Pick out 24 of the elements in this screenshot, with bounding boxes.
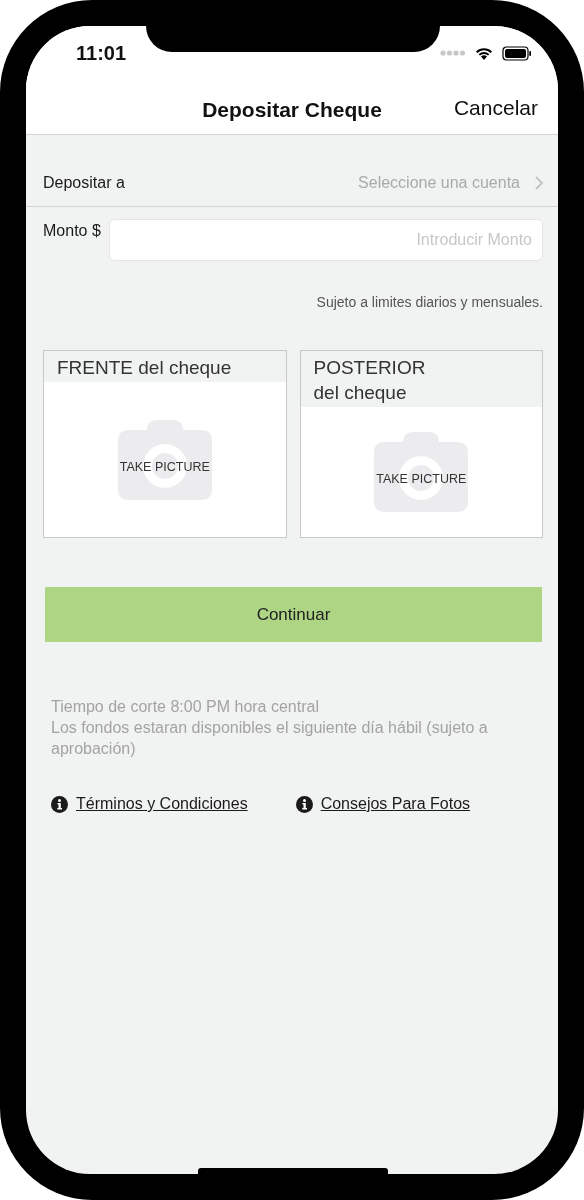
screen-title: Depositar Cheque	[202, 98, 382, 122]
card-title: FRENTE del cheque	[44, 351, 286, 382]
status-time: 11:01	[76, 41, 127, 65]
amount-field[interactable]: Introducir Monto	[108, 219, 543, 261]
photo-card[interactable]: POSTERIOR del cheque TAKE PICTURE	[299, 350, 543, 538]
info-link[interactable]: Consejos Para Fotos	[320, 795, 471, 813]
signal-icon	[440, 50, 466, 56]
limit-note: Sujeto a limites diarios y mensuales.	[316, 294, 543, 310]
wifi-icon	[474, 45, 494, 61]
continue-button[interactable]: Continuar	[45, 587, 542, 642]
info-link[interactable]: Términos y Condiciones	[76, 795, 248, 813]
cancel-button[interactable]: Cancelar	[453, 96, 538, 120]
account-selector[interactable]: Depositar a Seleccione una cuenta	[26, 159, 558, 207]
amount-label: Monto $	[43, 221, 101, 240]
photo-card[interactable]: FRENTE del cheque TAKE PICTURE	[43, 350, 287, 538]
info-text: Los fondos estaran disponibles el siguiente día hábil (sujeto a aprobación)	[51, 718, 489, 759]
info-icon	[295, 795, 313, 813]
card-title: POSTERIOR del cheque	[300, 351, 542, 407]
info-text: Tiempo de corte 8:00 PM hora central	[51, 697, 320, 717]
take-picture-label: TAKE PICTURE	[376, 472, 467, 486]
battery-icon	[502, 45, 532, 61]
chevron-icon	[534, 174, 544, 191]
info-icon	[51, 795, 68, 813]
take-picture-label: TAKE PICTURE	[119, 459, 210, 474]
